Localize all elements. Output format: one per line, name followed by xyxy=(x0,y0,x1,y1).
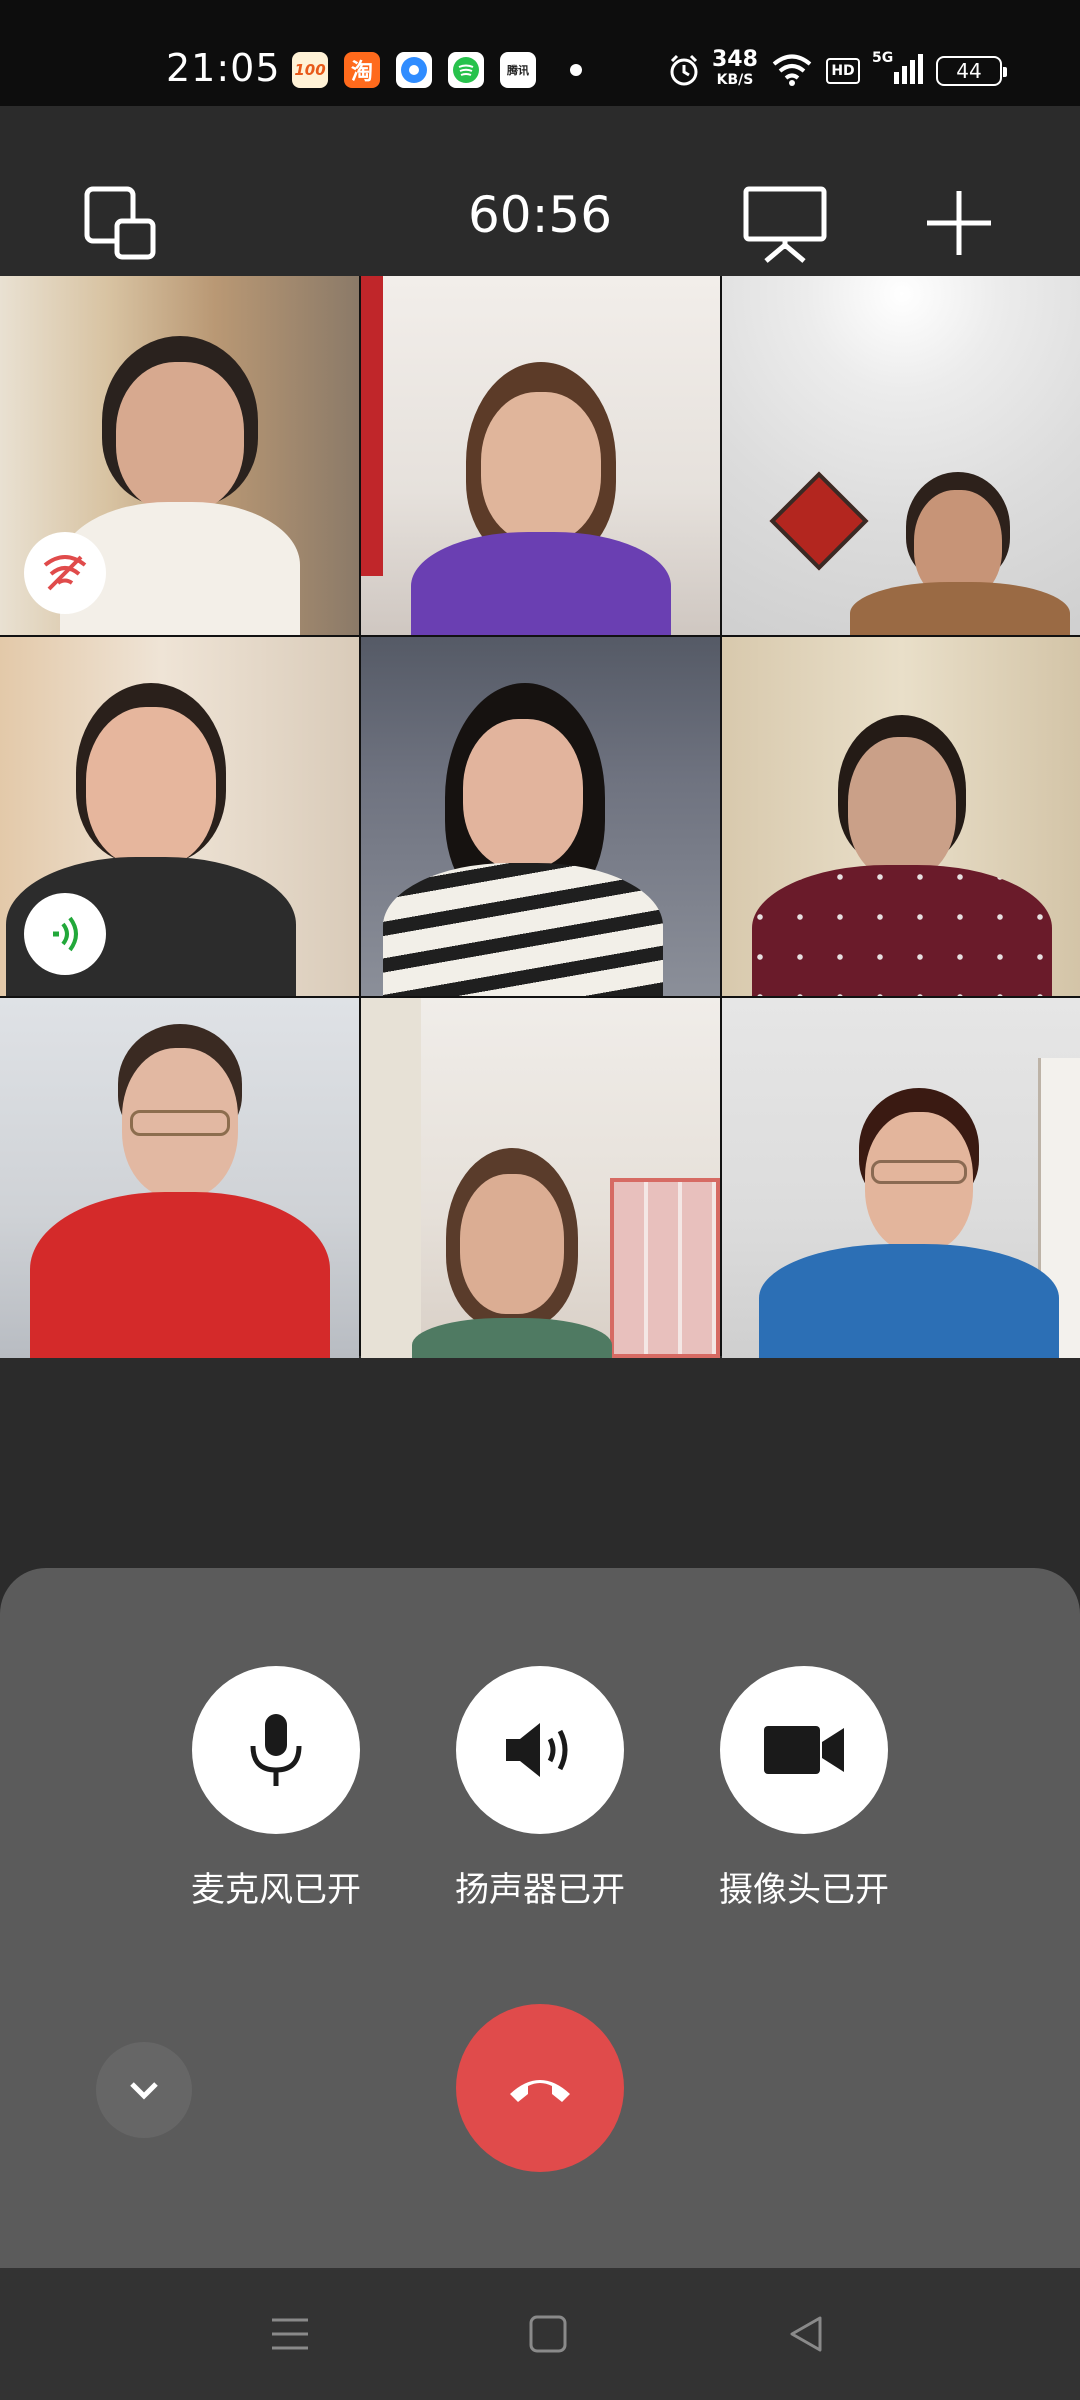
speaker-button[interactable] xyxy=(456,1666,624,1834)
taobao-icon: 淘 xyxy=(344,52,380,88)
wifi-icon xyxy=(770,52,814,92)
menu-icon xyxy=(272,2318,308,2350)
microphone-label: 麦克风已开 xyxy=(191,1870,361,1910)
alarm-icon xyxy=(666,52,702,92)
participant-video-grid xyxy=(0,276,1080,1358)
app-100-icon: 100 xyxy=(292,52,328,88)
system-nav-bar xyxy=(0,2268,1080,2400)
speaker-control: 扬声器已开 xyxy=(455,1666,625,1911)
signal-icon: 5G xyxy=(872,50,926,90)
hd-badge: HD xyxy=(826,58,860,84)
muted-status-icon xyxy=(24,532,106,614)
news-icon: 腾讯 xyxy=(500,52,536,88)
microphone-button[interactable] xyxy=(192,1666,360,1834)
chevron-down-icon xyxy=(130,2082,158,2100)
participant-video-tile[interactable] xyxy=(722,998,1080,1358)
add-participant-icon[interactable] xyxy=(914,178,1004,268)
nav-menu-button[interactable] xyxy=(260,2304,320,2364)
participant-video-tile[interactable] xyxy=(361,998,720,1358)
microphone-icon xyxy=(250,1714,302,1786)
participant-video-tile[interactable] xyxy=(0,998,359,1358)
browser-icon xyxy=(396,52,432,88)
camera-icon xyxy=(764,1726,844,1774)
nav-home-button[interactable] xyxy=(518,2304,578,2364)
status-time: 21:05 xyxy=(166,46,281,90)
participant-video-tile[interactable] xyxy=(361,637,720,996)
phone-hangup-icon xyxy=(510,2080,570,2102)
collapse-panel-button[interactable] xyxy=(96,2042,192,2138)
camera-control: 摄像头已开 xyxy=(719,1666,889,1911)
camera-label: 摄像头已开 xyxy=(719,1870,889,1910)
hang-up-button[interactable] xyxy=(456,2004,624,2172)
participant-video-tile[interactable] xyxy=(361,276,720,635)
battery-indicator: 44 xyxy=(936,56,1007,86)
screen-share-icon[interactable] xyxy=(740,178,830,268)
speaker-label: 扬声器已开 xyxy=(455,1870,625,1910)
spotify-like-icon xyxy=(448,52,484,88)
speaking-status-icon xyxy=(24,893,106,975)
participant-video-tile[interactable] xyxy=(0,637,359,996)
participant-video-tile[interactable] xyxy=(722,637,1080,996)
home-square-icon xyxy=(529,2315,567,2353)
microphone-control: 麦克风已开 xyxy=(191,1666,361,1911)
network-speed: 348 KB/S xyxy=(712,47,758,89)
participant-video-tile[interactable] xyxy=(722,276,1080,635)
participant-video-tile[interactable] xyxy=(0,276,359,635)
call-controls-panel: 麦克风已开 扬声器已开 摄像头已开 xyxy=(0,1568,1080,2268)
notification-dot xyxy=(570,64,582,76)
speaker-icon xyxy=(506,1723,568,1777)
call-top-bar: 60:56 xyxy=(0,106,1080,276)
back-triangle-icon xyxy=(790,2316,822,2352)
nav-back-button[interactable] xyxy=(776,2304,836,2364)
camera-button[interactable] xyxy=(720,1666,888,1834)
status-bar: 21:05 100 淘 腾讯 348 KB/S HD 5G 44 xyxy=(0,0,1080,106)
